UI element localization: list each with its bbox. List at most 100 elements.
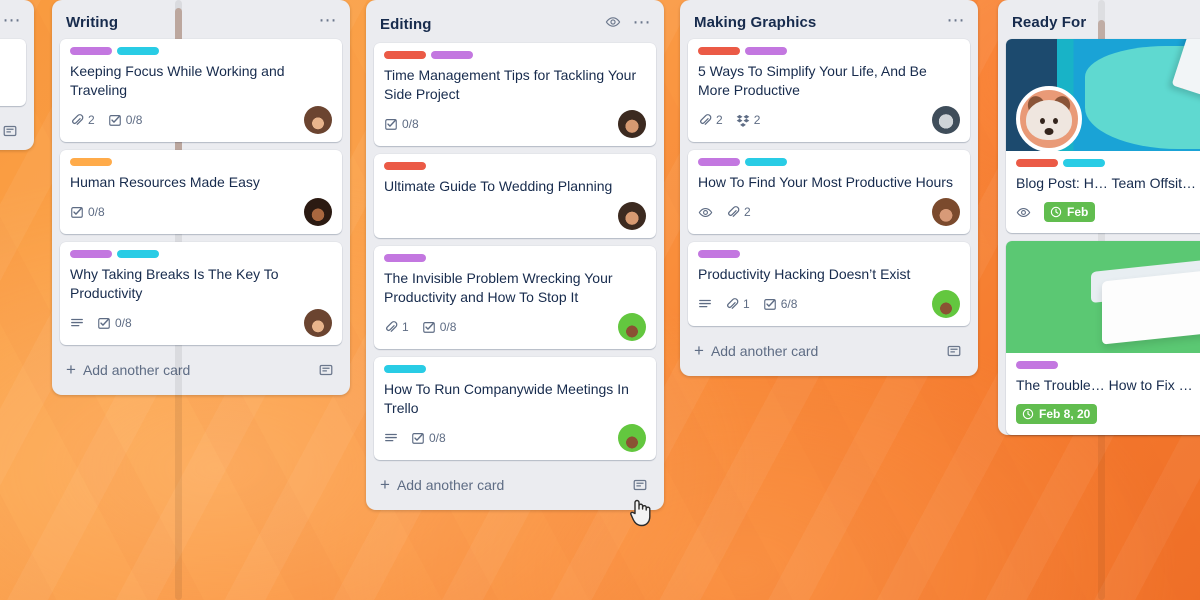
label-purple[interactable] [698, 250, 740, 258]
attachment-count: 2 [744, 205, 751, 219]
due-date-text: Feb 8, 20 [1039, 407, 1091, 421]
label-red[interactable] [384, 162, 426, 170]
card[interactable]: 5 Ways To Simplify Your Life, And Be Mor… [688, 39, 970, 142]
list-column-making-graphics[interactable]: Making Graphics ⋯ 5 Ways To Simplify You… [680, 0, 978, 376]
label-row [1016, 159, 1200, 167]
avatar[interactable] [618, 313, 646, 341]
avatar[interactable] [932, 290, 960, 318]
avatar[interactable] [304, 198, 332, 226]
card-template-icon[interactable] [946, 343, 962, 359]
card[interactable]: Productivity Hacking Doesn’t Exist 1 6/8 [688, 242, 970, 326]
label-row [70, 250, 332, 258]
husky-dog-avatar[interactable] [1016, 86, 1082, 151]
add-card-label: Add another card [396, 477, 505, 493]
label-orange[interactable] [70, 158, 112, 166]
avatar[interactable] [618, 202, 646, 230]
attachment-badge: 2 [698, 113, 723, 127]
label-cyan[interactable] [745, 158, 787, 166]
label-row [384, 162, 646, 170]
label-cyan[interactable] [1063, 159, 1105, 167]
label-purple[interactable] [1016, 361, 1058, 369]
label-row [384, 365, 646, 373]
checklist-count: 0/8 [439, 320, 457, 334]
due-date-badge[interactable]: Feb [1044, 202, 1096, 222]
more-horizontal-icon[interactable]: ⋯ [319, 11, 339, 31]
attachment-badge: 2 [726, 205, 751, 219]
card[interactable]: The Invisible Problem Wrecking Your Prod… [374, 246, 656, 349]
card-template-icon[interactable] [632, 477, 648, 493]
card[interactable]: Human Resources Made Easy 0/8 [60, 150, 342, 234]
label-cyan[interactable] [117, 250, 159, 258]
add-another-card-button[interactable]: + Add another card [688, 332, 970, 370]
avatar[interactable] [304, 106, 332, 134]
list-column-ready-for[interactable]: Ready For Blog Post: H… Team Offsit… Feb… [998, 0, 1200, 435]
due-date-badge[interactable]: Feb 8, 20 [1016, 404, 1098, 424]
label-red[interactable] [698, 47, 740, 55]
card-title: Time Management Tips for Tackling Your S… [384, 67, 637, 102]
label-red[interactable] [384, 51, 426, 59]
list-title: Writing [66, 14, 119, 31]
add-another-card-button[interactable]: + Add another card [374, 466, 656, 504]
label-cyan[interactable] [384, 365, 426, 373]
card[interactable]: Ultimate Guide To Wedding Planning [374, 154, 656, 238]
card-title: ...tle [0, 47, 16, 66]
dog-eye-right [1053, 118, 1058, 124]
list-header: Editing ⋯ [374, 8, 656, 43]
clock-icon [1022, 408, 1034, 420]
avatar[interactable] [618, 110, 646, 138]
label-purple[interactable] [70, 47, 112, 55]
more-horizontal-icon[interactable]: ⋯ [947, 11, 967, 31]
label-row [1016, 361, 1200, 369]
label-row [698, 47, 960, 55]
add-card-label: Add another card [710, 343, 819, 359]
checklist-badge: 0/8 [384, 117, 419, 131]
label-purple[interactable] [70, 250, 112, 258]
add-another-card-button[interactable]: ...r card [0, 112, 26, 150]
card[interactable]: ...tle 0/8 [0, 39, 26, 106]
label-cyan[interactable] [117, 47, 159, 55]
avatar[interactable] [304, 309, 332, 337]
avatar[interactable] [932, 198, 960, 226]
card[interactable]: How To Find Your Most Productive Hours 2 [688, 150, 970, 234]
label-purple[interactable] [745, 47, 787, 55]
list-column-writing[interactable]: Writing ⋯ Keeping Focus While Working an… [52, 0, 350, 395]
card[interactable]: Blog Post: H… Team Offsit… Feb [1006, 39, 1200, 233]
card-template-icon[interactable] [318, 362, 334, 378]
dog-eye-left [1040, 118, 1045, 124]
avatar[interactable] [618, 424, 646, 452]
card[interactable]: How To Run Companywide Meetings In Trell… [374, 357, 656, 460]
list-column-clipped-left[interactable]: ...nes ⋯ ...tle 0/8 [0, 0, 34, 150]
card-title: Keeping Focus While Working and Travelin… [70, 63, 285, 98]
dog-snout [1044, 128, 1054, 135]
trello-board: ...nes ⋯ ...tle 0/8 [0, 0, 1200, 600]
label-row [698, 250, 960, 258]
more-horizontal-icon[interactable]: ⋯ [633, 13, 653, 33]
list-column-editing[interactable]: Editing ⋯ Time Management Tips for Tackl… [366, 0, 664, 510]
plus-icon: + [66, 360, 76, 379]
list-header: ...nes ⋯ [0, 8, 26, 39]
attachment-count: 1 [402, 320, 409, 334]
label-purple[interactable] [431, 51, 473, 59]
more-horizontal-icon[interactable]: ⋯ [3, 11, 23, 31]
card-title: Productivity Hacking Doesn’t Exist [698, 266, 911, 282]
list-header: Making Graphics ⋯ [688, 8, 970, 39]
label-red[interactable] [1016, 159, 1058, 167]
label-purple[interactable] [384, 254, 426, 262]
eye-icon [698, 205, 713, 220]
add-another-card-button[interactable]: + Add another card [60, 351, 342, 389]
list-title: Ready For [1012, 14, 1087, 31]
card-cover-image [1006, 241, 1200, 353]
card-title: Blog Post: H… Team Offsit… [1016, 175, 1196, 191]
card[interactable]: The Trouble… How to Fix … Feb 8, 20 [1006, 241, 1200, 435]
label-purple[interactable] [698, 158, 740, 166]
card-template-icon[interactable] [2, 123, 18, 139]
eye-icon [1016, 205, 1031, 220]
eye-icon[interactable] [605, 14, 621, 35]
card[interactable]: Time Management Tips for Tackling Your S… [374, 43, 656, 146]
card-list: 5 Ways To Simplify Your Life, And Be Mor… [688, 39, 970, 326]
card[interactable]: Keeping Focus While Working and Travelin… [60, 39, 342, 142]
attachment-badge: 2 [70, 113, 95, 127]
avatar[interactable] [932, 106, 960, 134]
card-list: Keeping Focus While Working and Travelin… [60, 39, 342, 345]
card[interactable]: Why Taking Breaks Is The Key To Producti… [60, 242, 342, 345]
